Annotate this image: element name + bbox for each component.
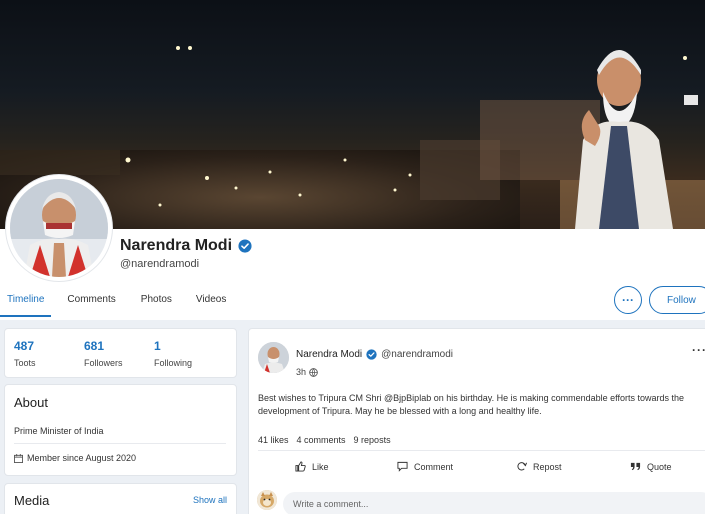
tab-comments[interactable]: Comments bbox=[60, 290, 122, 317]
stat-value: 1 bbox=[154, 339, 161, 353]
about-heading: About bbox=[14, 395, 48, 410]
commenter-avatar-image bbox=[257, 490, 277, 510]
stat-value: 487 bbox=[14, 339, 35, 353]
post-author-name[interactable]: Narendra Modi bbox=[296, 349, 362, 360]
stat-following[interactable]: 1 Following bbox=[145, 329, 215, 377]
about-divider bbox=[14, 443, 226, 444]
reposts-count[interactable]: 9 reposts bbox=[354, 435, 391, 445]
comment-label: Comment bbox=[414, 461, 454, 472]
comment-input[interactable]: Write a comment... bbox=[283, 492, 705, 514]
commenter-avatar bbox=[257, 490, 277, 510]
quote-button[interactable]: Quote bbox=[630, 461, 672, 472]
comments-count[interactable]: 4 comments bbox=[297, 435, 346, 445]
tab-photos[interactable]: Photos bbox=[134, 290, 179, 317]
like-button[interactable]: Like bbox=[295, 461, 329, 472]
post-text: Best wishes to Tripura CM Shri @BjpBipla… bbox=[258, 393, 684, 416]
post-time[interactable]: 3h bbox=[296, 367, 306, 377]
profile-name-row: Narendra Modi bbox=[120, 237, 252, 255]
stat-value: 681 bbox=[84, 339, 105, 353]
post-author-row: Narendra Modi @narendramodi bbox=[296, 349, 453, 360]
post-author-avatar[interactable] bbox=[258, 342, 289, 373]
quote-label: Quote bbox=[647, 461, 672, 472]
about-card: About Prime Minister of India Member sin… bbox=[4, 384, 237, 476]
profile-avatar[interactable] bbox=[6, 175, 112, 281]
stat-label: Followers bbox=[84, 358, 123, 368]
member-since-row: Member since August 2020 bbox=[14, 453, 136, 463]
repost-label: Repost bbox=[533, 461, 562, 472]
show-all-link[interactable]: Show all bbox=[193, 495, 227, 505]
calendar-icon bbox=[14, 453, 23, 463]
verified-badge-icon bbox=[238, 239, 252, 253]
stat-label: Toots bbox=[14, 358, 36, 368]
repost-icon bbox=[517, 462, 527, 471]
globe-icon bbox=[309, 367, 318, 377]
post-divider bbox=[258, 450, 705, 451]
media-card: Media Show all bbox=[4, 483, 237, 514]
member-since-text: Member since August 2020 bbox=[27, 453, 137, 463]
thumbs-up-icon bbox=[295, 461, 306, 472]
avatar-image bbox=[10, 179, 108, 277]
quote-icon bbox=[630, 462, 641, 471]
more-options-button[interactable]: ··· bbox=[614, 286, 642, 314]
comment-button[interactable]: Comment bbox=[397, 461, 453, 472]
post-timestamp-row: 3h bbox=[296, 367, 318, 377]
verified-badge-icon bbox=[366, 349, 377, 360]
profile-name: Narendra Modi bbox=[120, 237, 233, 254]
about-title: Prime Minister of India bbox=[14, 426, 104, 436]
post-card: Narendra Modi @narendramodi 3h ··· Best … bbox=[248, 328, 705, 514]
comment-icon bbox=[397, 461, 408, 472]
like-label: Like bbox=[312, 461, 329, 472]
profile-handle: @narendramodi bbox=[120, 258, 200, 270]
likes-count[interactable]: 41 likes bbox=[258, 435, 289, 445]
cover-photo bbox=[0, 0, 705, 229]
post-avatar-image bbox=[258, 342, 289, 373]
stats-card: 487 Toots 681 Followers 1 Following bbox=[4, 328, 237, 378]
post-author-handle: @narendramodi bbox=[381, 349, 454, 360]
profile-tabs: Timeline Comments Photos Videos bbox=[0, 290, 233, 317]
stat-followers[interactable]: 681 Followers bbox=[75, 329, 145, 377]
tab-videos[interactable]: Videos bbox=[189, 290, 233, 317]
post-menu-button[interactable]: ··· bbox=[692, 343, 705, 357]
stat-toots[interactable]: 487 Toots bbox=[5, 329, 75, 377]
repost-button[interactable]: Repost bbox=[516, 461, 562, 472]
stat-label: Following bbox=[154, 358, 193, 368]
post-counts: 41 likes 4 comments 9 reposts bbox=[258, 435, 391, 445]
follow-button[interactable]: Follow bbox=[649, 286, 705, 314]
cover-person-image bbox=[575, 50, 673, 229]
tab-timeline[interactable]: Timeline bbox=[0, 290, 52, 317]
